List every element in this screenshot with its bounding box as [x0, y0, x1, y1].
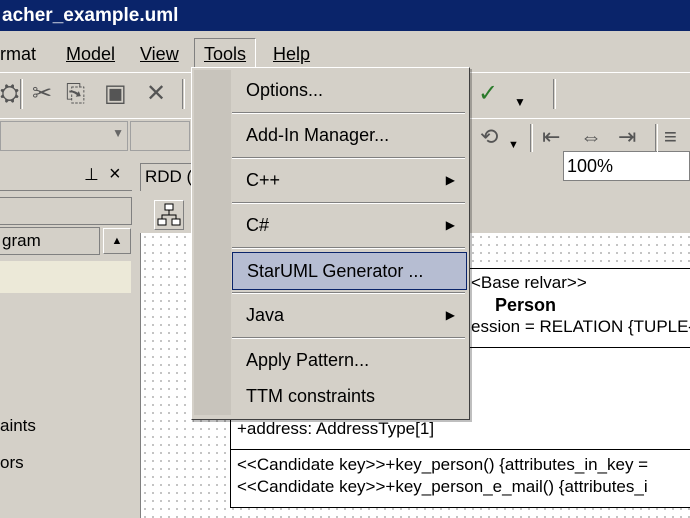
print-icon[interactable]: ⛭ [0, 79, 19, 109]
menu-separator [232, 157, 465, 159]
close-icon[interactable]: × [109, 163, 121, 186]
menu-model[interactable]: Model [66, 40, 115, 68]
line-style-icon[interactable]: ⟲ [480, 122, 498, 152]
toolbar-separator [530, 124, 533, 152]
panel-toolbar [0, 197, 132, 225]
chevron-down-icon[interactable]: ▼ [514, 87, 526, 117]
validate-icon[interactable]: ✓ [478, 79, 498, 109]
class-expression: ession = RELATION {TUPLE{ [471, 317, 690, 336]
font-size-combo[interactable] [130, 121, 190, 151]
menu-item-options[interactable]: Options... [232, 71, 467, 109]
class-attribute: +address: AddressType[1] [237, 419, 435, 438]
submenu-arrow-icon: ▶ [445, 218, 455, 232]
panel-selected-row[interactable] [0, 261, 131, 293]
font-name-combo[interactable]: ▼ [0, 121, 128, 151]
delete-icon[interactable]: ✕ [146, 79, 166, 109]
menu-item-csharp[interactable]: C# ▶ [232, 206, 467, 244]
menu-tools[interactable]: Tools [194, 38, 257, 70]
submenu-arrow-icon: ▶ [445, 308, 455, 322]
menu-view[interactable]: View [140, 40, 179, 68]
menu-icon-gutter [194, 70, 231, 415]
panel-text-constraints: aints [0, 416, 36, 435]
cut-icon[interactable]: ✂ [32, 79, 52, 109]
pin-icon[interactable]: ⊥ [84, 165, 99, 185]
menu-separator [232, 337, 465, 339]
align-left-icon[interactable]: ⇤ [542, 122, 560, 152]
panel-text-ors: ors [0, 453, 24, 472]
menu-separator [232, 112, 465, 114]
copy-icon[interactable]: ⎘ [66, 79, 85, 109]
panel-tab-diagram[interactable]: gram [0, 227, 100, 255]
menu-format[interactable]: rmat [0, 40, 36, 68]
chevron-down-icon[interactable]: ▼ [508, 130, 519, 160]
submenu-arrow-icon: ▶ [445, 173, 455, 187]
distribute-icon[interactable]: ≡ [664, 122, 677, 152]
class-operation: <<Candidate key>>+key_person() {attribut… [237, 455, 649, 474]
class-stereotype: <Base relvar>> [471, 273, 587, 292]
compartment-divider [231, 449, 690, 450]
toolbar-separator [20, 79, 23, 109]
diagram-icon[interactable] [154, 200, 184, 230]
menu-item-cpp[interactable]: C++ ▶ [232, 161, 467, 199]
menu-separator [232, 202, 465, 204]
scroll-up-button[interactable]: ▲ [103, 228, 131, 254]
paste-icon[interactable]: ▣ [104, 79, 127, 109]
toolbar-separator [655, 124, 658, 152]
model-explorer-panel: ⊥ × gram ▲ aints ors [0, 160, 140, 518]
tools-menu-dropdown: Options... Add-In Manager... C++ ▶ C# ▶ St… [191, 67, 470, 420]
align-center-icon[interactable]: ⇔ [580, 122, 602, 152]
menu-item-staruml-generator[interactable]: StarUML Generator ... [232, 252, 467, 290]
window-title: acher_example.uml [2, 5, 179, 26]
menu-item-apply-pattern[interactable]: Apply Pattern... [232, 341, 467, 379]
chevron-down-icon: ▼ [112, 126, 124, 140]
toolbar-separator [553, 79, 556, 109]
panel-header: ⊥ × [0, 163, 132, 191]
menu-separator [232, 247, 465, 249]
align-right-icon[interactable]: ⇥ [618, 122, 636, 152]
class-operation: <<Candidate key>>+key_person_e_mail() {a… [237, 477, 648, 496]
window-title-bar[interactable]: acher_example.uml [0, 0, 690, 31]
menu-item-addin-manager[interactable]: Add-In Manager... [232, 116, 467, 154]
menu-help[interactable]: Help [273, 40, 310, 68]
menu-separator [232, 292, 465, 294]
menu-item-ttm-constraints[interactable]: TTM constraints [232, 377, 467, 415]
menu-item-java[interactable]: Java ▶ [232, 296, 467, 334]
class-name: Person [495, 295, 557, 315]
toolbar-separator [182, 79, 185, 109]
